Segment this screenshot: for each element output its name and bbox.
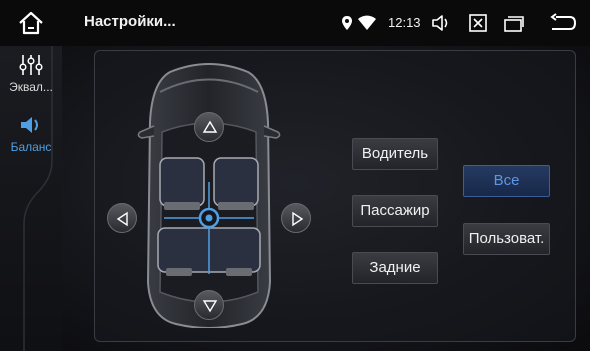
speaker-icon xyxy=(21,117,38,133)
page-title: Настройки... xyxy=(84,13,176,30)
sidebar-item-balance[interactable]: Баланс xyxy=(0,114,62,154)
wifi-icon xyxy=(358,15,376,30)
close-box-icon[interactable] xyxy=(468,13,488,33)
recent-apps-icon[interactable] xyxy=(503,13,525,33)
volume-icon[interactable] xyxy=(430,13,452,33)
location-icon xyxy=(342,16,352,30)
balance-down-button[interactable] xyxy=(194,290,224,320)
balance-right-button[interactable] xyxy=(281,203,311,233)
sidebar: Эквал... Баланс xyxy=(0,46,62,351)
sidebar-item-label: Баланс xyxy=(10,140,52,154)
triangle-left-icon xyxy=(116,211,128,227)
sidebar-item-label: Эквал... xyxy=(9,80,53,94)
balance-up-button[interactable] xyxy=(194,112,224,142)
triangle-down-icon xyxy=(202,300,218,313)
triangle-right-icon xyxy=(292,211,304,227)
balance-left-button[interactable] xyxy=(107,203,137,233)
clock: 12:13 xyxy=(388,15,421,30)
passenger-button[interactable]: Пассажир xyxy=(352,195,438,227)
all-button[interactable]: Все xyxy=(463,165,550,197)
home-icon xyxy=(19,11,43,35)
back-icon[interactable] xyxy=(548,12,578,34)
custom-button[interactable]: Пользоват. xyxy=(463,223,550,255)
car-diagram xyxy=(137,63,281,328)
driver-button[interactable]: Водитель xyxy=(352,138,438,170)
triangle-up-icon xyxy=(202,120,218,133)
rear-button[interactable]: Задние xyxy=(352,252,438,284)
sidebar-item-equalizer[interactable]: Эквал... xyxy=(0,54,62,94)
home-button[interactable] xyxy=(16,10,46,36)
equalizer-icon xyxy=(19,55,43,75)
top-bar: Настройки... 12:13 xyxy=(0,0,590,46)
